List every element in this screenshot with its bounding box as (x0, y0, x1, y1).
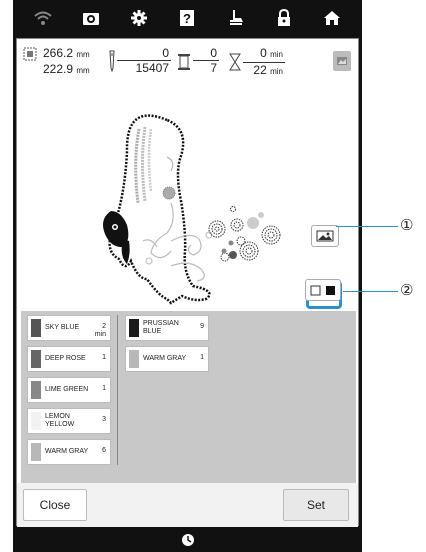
width-unit: mm (76, 50, 90, 59)
height-value: 222.9 (43, 62, 74, 76)
clock-icon[interactable] (181, 533, 195, 547)
thread-unit: min (94, 331, 106, 338)
top-status-bar: ? (13, 0, 362, 36)
callout-number-1: ① (400, 216, 414, 234)
wifi-icon[interactable] (28, 3, 58, 33)
thread-name: DEEP ROSE (45, 355, 86, 362)
thread-name: WARM GRAY (143, 355, 187, 362)
thread-swatch (129, 350, 139, 368)
thread-name: LEMON YELLOW (45, 413, 75, 428)
thread-item[interactable]: LEMON YELLOW 3 (27, 408, 111, 434)
whale-outline (108, 114, 211, 305)
thread-count: 6 (102, 447, 106, 454)
embroidery-screen: 266.2 mm 222.9 mm 0 15407 0 7 0 min 22 m… (16, 38, 359, 527)
thread-count: 2 (102, 323, 106, 330)
thread-swatch (31, 412, 41, 430)
set-button[interactable]: Set (283, 489, 349, 521)
hourglass-icon (229, 53, 241, 74)
size-icon (23, 47, 37, 64)
thread-item[interactable]: WARM GRAY 6 (27, 439, 111, 465)
color-current: 0 (193, 46, 219, 61)
thread-swatch (31, 381, 41, 399)
pattern-info-bar: 266.2 mm 222.9 mm 0 15407 0 7 0 min 22 m… (21, 45, 356, 81)
callout-line-2 (343, 291, 398, 292)
time-current-unit: min (270, 50, 283, 59)
stitch-total: 15407 (135, 61, 169, 75)
needle-icon (107, 50, 117, 75)
lock-icon[interactable] (269, 3, 299, 33)
pattern-height: 222.9 mm (43, 62, 90, 78)
background-toggle[interactable] (305, 279, 341, 301)
width-value: 266.2 (43, 46, 74, 60)
thread-name: PRUSSIAN BLUE (143, 320, 179, 335)
color-total: 7 (210, 61, 217, 75)
embroidery-preview (21, 91, 354, 309)
color-counter: 0 7 (193, 46, 219, 75)
white-black-toggle-icon (310, 285, 335, 296)
stitch-counter: 0 15407 (117, 46, 171, 75)
time-total: 22 (253, 63, 267, 77)
thread-item[interactable]: PRUSSIAN BLUE 9 (125, 315, 209, 341)
thread-count: 3 (102, 416, 106, 423)
height-unit: mm (76, 66, 90, 75)
thread-swatch (31, 350, 41, 368)
thread-item[interactable]: LIME GREEN 1 (27, 377, 111, 403)
image-preview-button[interactable] (311, 225, 339, 247)
presser-foot-icon[interactable] (221, 3, 251, 33)
callout-line-1 (336, 226, 398, 227)
thread-item[interactable]: WARM GRAY 1 (125, 346, 209, 372)
thread-column-right: PRUSSIAN BLUE 9 WARM GRAY 1 (125, 315, 209, 377)
camera-view-button[interactable] (333, 51, 351, 71)
thread-column-left: SKY BLUE 2 min DEEP ROSE 1 LIME GREEN 1 L… (27, 315, 111, 470)
thread-swatch (129, 319, 139, 337)
bottom-action-bar: Close Set (17, 483, 358, 527)
help-icon[interactable]: ? (172, 3, 202, 33)
camera-icon[interactable] (76, 3, 106, 33)
image-icon (316, 230, 334, 242)
pattern-width: 266.2 mm (43, 46, 90, 62)
thread-name: WARM GRAY (45, 448, 89, 455)
thread-count: 1 (200, 354, 204, 361)
svg-text:?: ? (184, 11, 192, 26)
thread-swatch (31, 443, 41, 461)
thread-swatch (31, 319, 41, 337)
thread-count: 1 (102, 354, 106, 361)
time-total-unit: min (270, 67, 283, 76)
thread-name: SKY BLUE (45, 324, 80, 331)
stitch-current: 0 (117, 46, 171, 61)
callout-number-2: ② (400, 281, 414, 299)
settings-gear-icon[interactable] (124, 3, 154, 33)
home-icon[interactable] (317, 3, 347, 33)
time-counter: 0 min 22 min (243, 46, 285, 79)
close-button[interactable]: Close (23, 489, 87, 521)
thread-count: 9 (200, 323, 204, 330)
thread-spool-icon (177, 53, 191, 74)
thread-color-list: SKY BLUE 2 min DEEP ROSE 1 LIME GREEN 1 L… (21, 311, 356, 483)
frame-view-icon (337, 57, 347, 65)
time-current: 0 (260, 46, 267, 60)
thread-name: LIME GREEN (45, 386, 89, 393)
thread-item[interactable]: DEEP ROSE 1 (27, 346, 111, 372)
bottom-nav-bar (13, 528, 362, 552)
thread-count: 1 (102, 385, 106, 392)
column-divider (117, 315, 118, 465)
thread-item[interactable]: SKY BLUE 2 min (27, 315, 111, 341)
